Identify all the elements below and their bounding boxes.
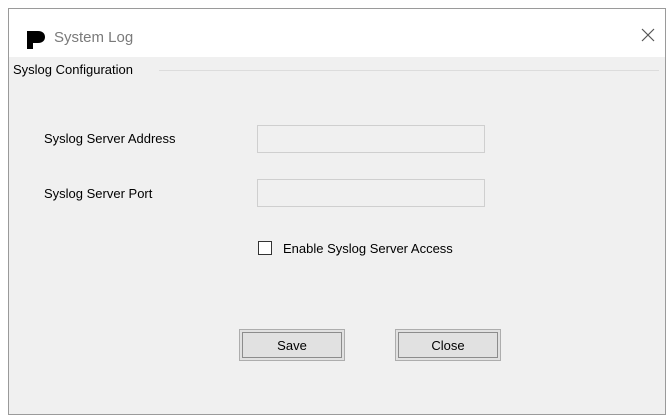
enable-syslog-label[interactable]: Enable Syslog Server Access xyxy=(283,241,453,256)
close-button-label: Close xyxy=(431,337,465,353)
syslog-configuration-group: Syslog Configuration Syslog Server Addre… xyxy=(9,59,665,414)
app-logo-icon xyxy=(26,30,46,50)
close-button[interactable]: Close xyxy=(395,329,501,361)
server-address-input[interactable] xyxy=(257,125,485,153)
close-window-button[interactable] xyxy=(636,25,660,49)
save-button-label: Save xyxy=(277,337,307,353)
close-icon xyxy=(641,28,655,47)
title-bar[interactable]: System Log xyxy=(9,9,665,57)
group-divider xyxy=(159,70,659,71)
enable-syslog-checkbox[interactable] xyxy=(258,241,272,255)
save-button[interactable]: Save xyxy=(239,329,345,361)
group-title: Syslog Configuration xyxy=(13,62,133,77)
window-title: System Log xyxy=(54,29,134,46)
system-log-window: System Log Syslog Configuration Syslog S… xyxy=(8,8,666,415)
server-address-label: Syslog Server Address xyxy=(44,131,176,146)
server-port-label: Syslog Server Port xyxy=(44,186,153,201)
server-port-input[interactable] xyxy=(257,179,485,207)
